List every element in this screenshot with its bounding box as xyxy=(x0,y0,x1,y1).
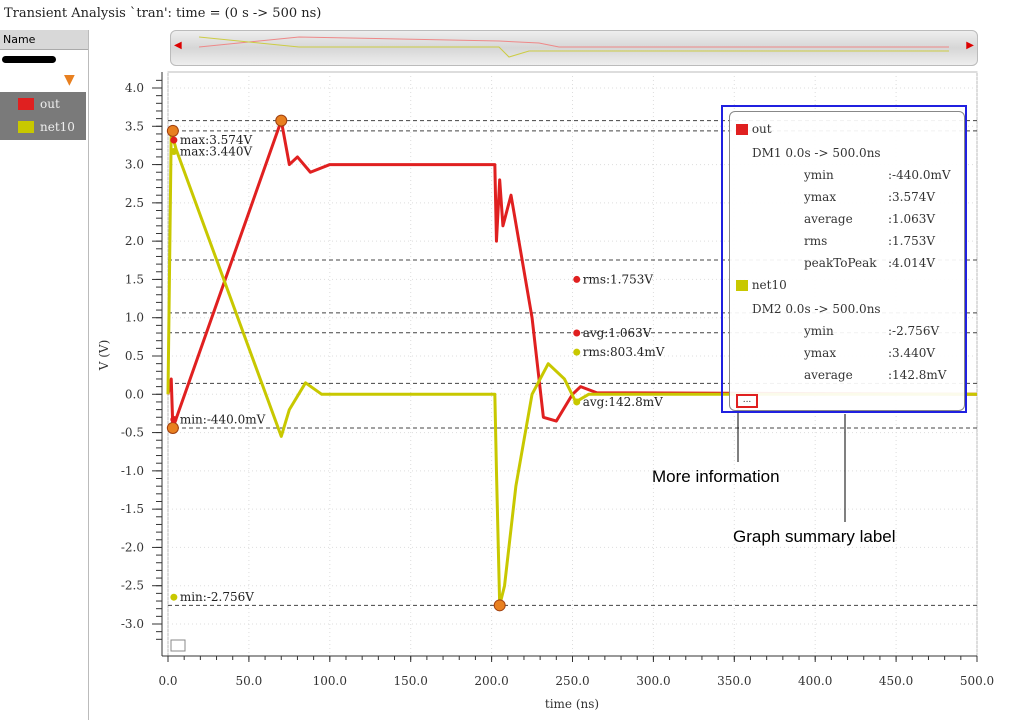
extremum-marker xyxy=(166,124,179,137)
x-tick-label: 300.0 xyxy=(636,674,670,688)
legend-stat-name: rms xyxy=(804,234,828,248)
legend-stat-name: ymax xyxy=(804,190,837,204)
legend-stat-name: average xyxy=(804,212,853,226)
y-tick-label: -2.5 xyxy=(121,579,144,593)
extremum-marker xyxy=(275,114,288,127)
x-tick-label: 200.0 xyxy=(474,674,508,688)
x-tick-label: 50.0 xyxy=(236,674,263,688)
y-tick-label: 0.5 xyxy=(125,349,144,363)
y-tick-label: 2.0 xyxy=(125,234,144,248)
legend-stat-name: peakToPeak xyxy=(804,256,877,270)
annotation-dot xyxy=(170,148,178,156)
y-tick-label: 2.5 xyxy=(125,196,144,210)
more-information-button[interactable]: ... xyxy=(736,394,758,408)
y-tick-label: 1.0 xyxy=(125,311,144,325)
legend-stat-value: :4.014V xyxy=(888,256,936,270)
legend-stat-name: ymin xyxy=(804,168,834,182)
annotation-label: max:3.440V xyxy=(180,145,253,159)
y-tick-label: -3.0 xyxy=(121,617,144,631)
annotation-label: rms:1.753V xyxy=(583,272,654,286)
x-tick-label: 450.0 xyxy=(879,674,913,688)
legend-signal-net10: net10 xyxy=(751,278,787,292)
legend-stat-value: :1.753V xyxy=(888,234,936,248)
y-tick-label: 0.0 xyxy=(125,387,144,401)
x-tick-label: 500.0 xyxy=(960,674,994,688)
annotation-dot xyxy=(170,136,178,144)
callout-graph-summary: Graph summary label xyxy=(733,527,896,546)
legend-stat-value: :142.8mV xyxy=(888,368,947,382)
x-tick-label: 0.0 xyxy=(158,674,177,688)
legend-stat-value: :-440.0mV xyxy=(888,168,951,182)
annotation-dot xyxy=(170,593,178,601)
annotation-label: avg:1.063V xyxy=(583,326,652,340)
extremum-marker xyxy=(166,421,179,434)
legend-signal-out: out xyxy=(751,122,772,136)
x-tick-label: 400.0 xyxy=(798,674,832,688)
y-tick-label: 1.5 xyxy=(125,272,144,286)
y-tick-label: -1.5 xyxy=(121,502,144,516)
play-icon[interactable] xyxy=(170,639,186,652)
annotation-dot xyxy=(573,348,581,356)
y-tick-label: 3.5 xyxy=(125,119,144,133)
y-tick-label: -2.0 xyxy=(121,540,144,554)
color-swatch-icon xyxy=(736,280,748,291)
graph-summary-label[interactable]: out DM1 0.0s -> 500.0ns ymin :-440.0mV yma… xyxy=(721,105,967,413)
annotation-label: min:-440.0mV xyxy=(180,413,266,427)
annotation-dot xyxy=(573,275,581,283)
x-tick-label: 100.0 xyxy=(313,674,347,688)
annotation-dot xyxy=(170,416,178,424)
y-axis-label: V (V) xyxy=(97,340,111,372)
annotation-dot xyxy=(573,398,581,406)
legend-stat-value: :3.440V xyxy=(888,346,936,360)
legend-stat-value: :1.063V xyxy=(888,212,936,226)
annotation-dot xyxy=(573,329,581,337)
legend-stat-name: ymin xyxy=(804,324,834,338)
annotation-label: rms:803.4mV xyxy=(583,345,665,359)
legend-stat-name: average xyxy=(804,368,853,382)
y-tick-label: -0.5 xyxy=(121,426,144,440)
legend-stat-value: :3.574V xyxy=(888,190,936,204)
callout-more-information: More information xyxy=(652,467,780,486)
color-swatch-icon xyxy=(736,124,748,135)
x-axis-label: time (ns) xyxy=(545,697,599,711)
annotation-label: avg:142.8mV xyxy=(583,395,663,409)
legend-stat-value: :-2.756V xyxy=(888,324,940,338)
y-tick-label: 4.0 xyxy=(125,81,144,95)
y-tick-label: 3.0 xyxy=(125,158,144,172)
annotation-label: min:-2.756V xyxy=(180,590,254,604)
x-tick-label: 250.0 xyxy=(555,674,589,688)
x-tick-label: 150.0 xyxy=(394,674,428,688)
x-tick-label: 350.0 xyxy=(717,674,751,688)
y-tick-label: -1.0 xyxy=(121,464,144,478)
legend-range-out: DM1 0.0s -> 500.0ns xyxy=(752,146,881,160)
legend-range-net10: DM2 0.0s -> 500.0ns xyxy=(752,302,881,316)
extremum-marker xyxy=(493,599,506,612)
legend-stat-name: ymax xyxy=(804,346,837,360)
